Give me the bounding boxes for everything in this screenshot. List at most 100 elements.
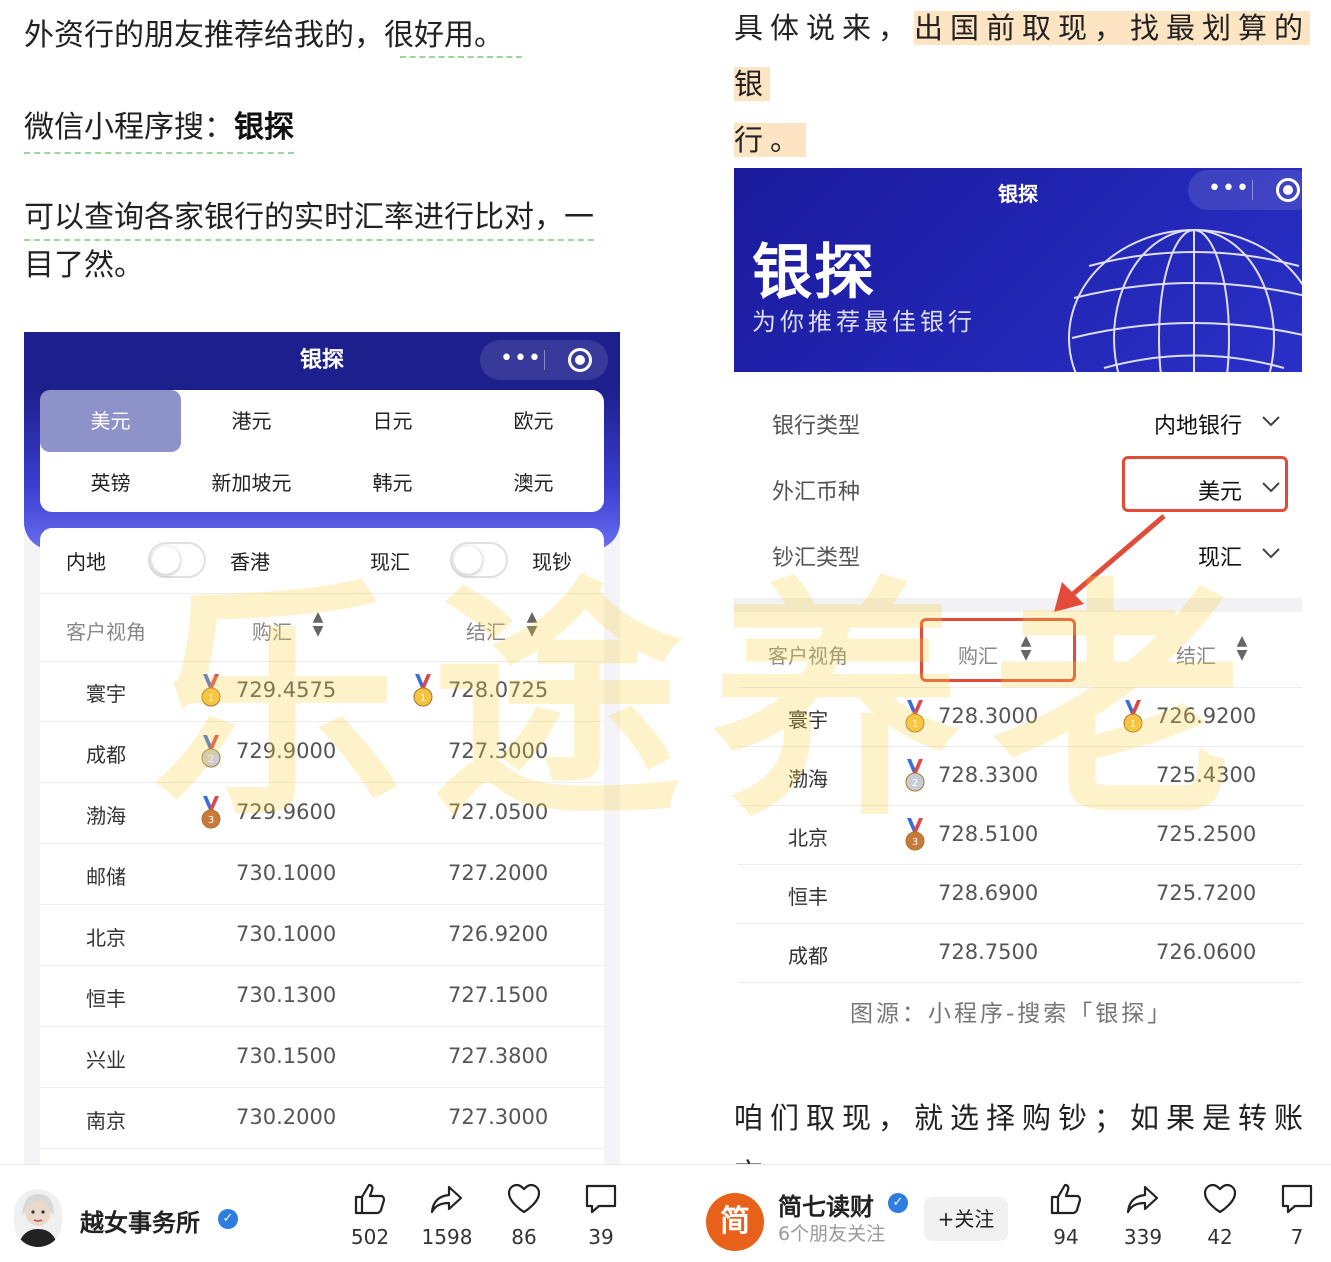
paragraph-search[interactable]: 微信小程序搜：银探 <box>24 104 294 154</box>
avatar[interactable] <box>14 1189 62 1247</box>
sort-icon[interactable]: ▲ ▼ <box>1232 634 1252 662</box>
link-underline <box>400 56 522 58</box>
table-row[interactable]: 恒丰 730.1300 727.1500 <box>40 967 604 1027</box>
currency-usd[interactable]: 美元 <box>40 390 181 452</box>
bank-name: 恒丰 <box>86 987 126 1011</box>
capsule-divider <box>544 350 545 370</box>
close-target-icon[interactable] <box>568 348 592 372</box>
gold-medal-icon: 1 <box>413 674 433 707</box>
close-target-icon[interactable] <box>1276 178 1300 202</box>
share-button[interactable]: 1598 <box>417 1181 477 1249</box>
more-icon[interactable]: ••• <box>500 346 542 371</box>
toggle-row: 内地 香港 现汇 现钞 <box>40 528 604 594</box>
like-button[interactable]: 502 <box>340 1181 400 1249</box>
rate-table: 内地 香港 现汇 现钞 客户视角 购汇 ▲ ▼ 结汇 ▲ ▼ 寰宇 1 729.4575… <box>40 528 604 1164</box>
thumb-up-icon <box>354 1183 386 1215</box>
favorite-button[interactable]: 86 <box>494 1181 554 1249</box>
share-count: 339 <box>1123 1225 1163 1249</box>
paragraph-intro: 具体说来，出国前取现，找最划算的银 行。 <box>734 11 1311 157</box>
currency-aud[interactable]: 澳元 <box>463 452 604 514</box>
buy-rate: 729.9600 <box>236 800 337 824</box>
comment-button[interactable]: 7 <box>1267 1181 1327 1249</box>
mini-program-capsule[interactable]: ••• <box>480 340 608 380</box>
post-footer: 简 简七读财 ✓ 6个朋友关注 +关注 94 339 42 7 <box>640 1164 1331 1262</box>
sort-icon[interactable]: ▲ ▼ <box>308 610 328 638</box>
table-row[interactable]: 北京 3 728.5100 725.2500 <box>738 806 1302 865</box>
currency-grid: 美元 港元 日元 欧元 英镑 新加坡元 韩元 澳元 <box>40 390 604 512</box>
avatar-portrait-icon <box>18 1193 58 1247</box>
table-row[interactable]: 寰宇 1 729.4575 1 728.0725 <box>40 662 604 722</box>
sell-rate: 725.7200 <box>1156 881 1257 905</box>
bank-name: 寰宇 <box>86 682 126 706</box>
sell-rate: 727.3800 <box>448 1044 549 1068</box>
bank-type-select[interactable]: 银行类型 内地银行 <box>738 390 1302 456</box>
sell-rate: 725.2500 <box>1156 822 1257 846</box>
region-toggle[interactable] <box>148 542 206 578</box>
table-row[interactable]: 成都 2 729.9000 727.3000 <box>40 723 604 783</box>
chevron-down-icon <box>1262 548 1280 559</box>
gold-medal-icon: 1 <box>905 700 925 733</box>
header-buy[interactable]: 购汇 <box>252 616 292 645</box>
sort-icon[interactable]: ▲ ▼ <box>522 610 542 638</box>
header-sell[interactable]: 结汇 <box>1176 640 1216 669</box>
bank-name: 渤海 <box>86 804 126 828</box>
sell-rate: 727.3000 <box>448 739 549 763</box>
currency-eur[interactable]: 欧元 <box>463 390 604 452</box>
avatar[interactable]: 简 <box>706 1193 764 1251</box>
bank-name: 兴业 <box>86 1048 126 1072</box>
currency-jpy[interactable]: 日元 <box>322 390 463 452</box>
header-sell[interactable]: 结汇 <box>466 616 506 645</box>
table-row[interactable]: 北京 730.1000 726.9200 <box>40 906 604 966</box>
share-button[interactable]: 339 <box>1113 1181 1173 1249</box>
comment-button[interactable]: 39 <box>571 1181 631 1249</box>
comment-icon <box>585 1184 617 1214</box>
more-icon[interactable]: ••• <box>1208 176 1250 201</box>
sell-rate: 726.9200 <box>448 922 549 946</box>
currency-gbp[interactable]: 英镑 <box>40 452 181 514</box>
table-row[interactable]: 渤海 2 728.3300 725.4300 <box>738 747 1302 806</box>
table-row[interactable]: 兴业 730.1500 727.3800 <box>40 1028 604 1088</box>
exchange-type-select[interactable]: 钞汇类型 现汇 <box>738 522 1302 588</box>
buy-rate: 730.1000 <box>236 861 337 885</box>
phone-screenshot-left: 银探 ••• 美元 港元 日元 欧元 英镑 新加坡元 韩元 澳元 内地 香港 现… <box>24 332 620 1164</box>
comment-count: 39 <box>588 1225 614 1249</box>
favorite-button[interactable]: 42 <box>1190 1181 1250 1249</box>
header-view: 客户视角 <box>66 620 146 644</box>
author-name[interactable]: 越女事务所 <box>80 1203 200 1238</box>
svg-text:1: 1 <box>420 693 426 704</box>
label-cash: 现钞 <box>532 550 572 574</box>
table-row[interactable]: 寰宇 1 728.3000 1 726.9200 <box>738 688 1302 747</box>
buy-rate: 728.5100 <box>938 822 1039 846</box>
label-inland: 内地 <box>66 550 106 574</box>
table-row[interactable]: 成都 728.7500 726.0600 <box>738 924 1302 983</box>
table-row[interactable]: 渤海 3 729.9600 727.0500 <box>40 784 604 844</box>
share-arrow-icon <box>1126 1185 1159 1214</box>
currency-krw[interactable]: 韩元 <box>322 452 463 514</box>
sell-rate: 726.9200 <box>1156 704 1257 728</box>
brand-logo-text: 银探 <box>752 238 876 308</box>
author-name[interactable]: 简七读财 <box>778 1187 874 1222</box>
table-row[interactable]: 邮储 730.1000 727.2000 <box>40 845 604 905</box>
section-gap <box>734 598 1302 612</box>
like-button[interactable]: 94 <box>1036 1181 1096 1249</box>
follow-button[interactable]: +关注 <box>924 1197 1008 1241</box>
svg-text:1: 1 <box>1130 719 1136 730</box>
heart-icon <box>507 1183 541 1214</box>
silver-medal-icon: 2 <box>905 759 925 792</box>
currency-hkd[interactable]: 港元 <box>181 390 322 452</box>
table-header: 客户视角 购汇 ▲ ▼ 结汇 ▲ ▼ <box>738 612 1302 688</box>
spot-cash-toggle[interactable] <box>450 542 508 578</box>
sell-rate: 727.0500 <box>448 800 549 824</box>
table-row[interactable]: 南京 730.2000 727.3000 <box>40 1089 604 1149</box>
table-header: 客户视角 购汇 ▲ ▼ 结汇 ▲ ▼ <box>40 594 604 662</box>
svg-text:3: 3 <box>912 837 918 848</box>
currency-sgd[interactable]: 新加坡元 <box>181 452 322 514</box>
image-caption: 图源：小程序-搜索「银探」 <box>850 1001 1174 1027</box>
table-row[interactable]: 恒丰 728.6900 725.7200 <box>738 865 1302 924</box>
sell-rate: 727.1500 <box>448 983 549 1007</box>
bank-name: 渤海 <box>788 767 828 791</box>
buy-rate: 730.1300 <box>236 983 337 1007</box>
mini-program-capsule[interactable]: ••• <box>1188 170 1302 210</box>
exchange-type-value: 现汇 <box>1197 546 1242 571</box>
buy-rate: 728.7500 <box>938 940 1039 964</box>
